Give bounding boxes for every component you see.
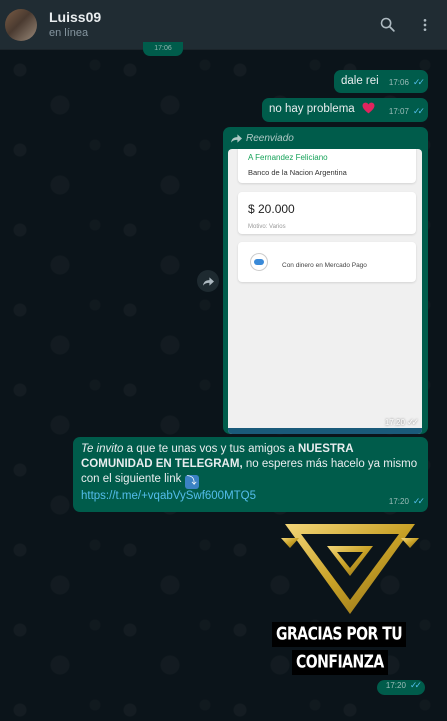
motivo-text: Motivo: Varios xyxy=(248,224,286,230)
message-meta: 17:20 ✓✓ xyxy=(388,494,425,509)
forward-icon xyxy=(202,276,214,286)
contact-name: Luiss09 xyxy=(49,8,102,25)
telegram-link[interactable]: https://t.me/+vqabVySwf600MTQ5 xyxy=(81,490,256,502)
transfer-screenshot[interactable]: A Fernandez Feliciano Banco de la Nacion… xyxy=(228,149,422,434)
mercado-pago-icon xyxy=(250,253,268,271)
message-text: Te invito a que te unas vos y tus amigos… xyxy=(81,442,421,504)
message-time: 17:20 xyxy=(384,418,405,427)
payment-method-card: Con dinero en Mercado Pago xyxy=(238,242,416,282)
sticker-time-badge: 17:20 ✓✓ xyxy=(377,680,425,695)
down-arrow-icon: ⤵ xyxy=(184,475,199,489)
sticker-text-line1: GRACIAS POR TU xyxy=(272,622,407,647)
bank-name: Banco de la Nacion Argentina xyxy=(248,168,347,177)
amount-value: $ 20.000 xyxy=(248,202,295,216)
message-text: no hay problema xyxy=(269,103,355,115)
read-ticks-icon: ✓✓ xyxy=(412,496,425,506)
message-italic-text: Te invito xyxy=(81,443,124,455)
read-ticks-icon: ✓✓ xyxy=(406,417,419,427)
message-bubble[interactable]: no hay problema 17:07 ✓✓ xyxy=(262,98,428,122)
message-meta: 17:07 ✓✓ xyxy=(388,104,425,119)
message-time: 17:07 xyxy=(388,107,409,116)
read-ticks-icon: ✓✓ xyxy=(412,106,425,116)
avatar[interactable] xyxy=(5,8,37,41)
diamond-sticker[interactable] xyxy=(265,516,435,616)
message-meta: 17:20 ✓✓ xyxy=(384,415,419,430)
more-vert-icon[interactable] xyxy=(413,13,437,37)
message-text: dale rei xyxy=(341,75,379,87)
forwarded-label: Reenviado xyxy=(231,131,294,146)
contact-info[interactable]: Luiss09 en línea xyxy=(49,9,361,41)
recipient-name: A Fernandez Feliciano xyxy=(248,153,328,162)
message-meta: 17:06 ✓✓ xyxy=(388,75,425,90)
read-ticks-icon: ✓✓ xyxy=(412,77,425,87)
recipient-card: A Fernandez Feliciano Banco de la Nacion… xyxy=(238,149,416,183)
message-bubble[interactable]: Te invito a que te unas vos y tus amigos… xyxy=(73,437,428,512)
forwarded-label-text: Reenviado xyxy=(246,133,294,144)
message-time: 17:06 xyxy=(388,78,409,87)
message-time: 17:20 xyxy=(388,497,409,506)
read-ticks-icon: ✓✓ xyxy=(409,680,422,690)
previous-message-time: 17:06 xyxy=(143,42,183,56)
search-icon[interactable] xyxy=(375,13,399,37)
message-bubble[interactable]: dale rei 17:06 ✓✓ xyxy=(334,70,428,93)
chat-header[interactable]: Luiss09 en línea xyxy=(0,0,447,50)
forwarded-image-message[interactable]: Reenviado A Fernandez Feliciano Banco de… xyxy=(223,127,428,434)
forwarded-icon xyxy=(231,134,242,143)
amount-card: $ 20.000 Motivo: Varios xyxy=(238,192,416,234)
forward-button[interactable] xyxy=(197,270,219,292)
message-time: 17:20 xyxy=(385,681,406,690)
contact-status: en línea xyxy=(49,26,89,39)
message-meta: 17:20 ✓✓ xyxy=(385,678,422,693)
message-text-part: a que te unas vos y tus amigos a xyxy=(123,443,298,455)
red-heart-icon xyxy=(362,102,375,114)
sticker-text-line2: CONFIANZA xyxy=(292,650,388,675)
payment-method-text: Con dinero en Mercado Pago xyxy=(282,262,367,269)
